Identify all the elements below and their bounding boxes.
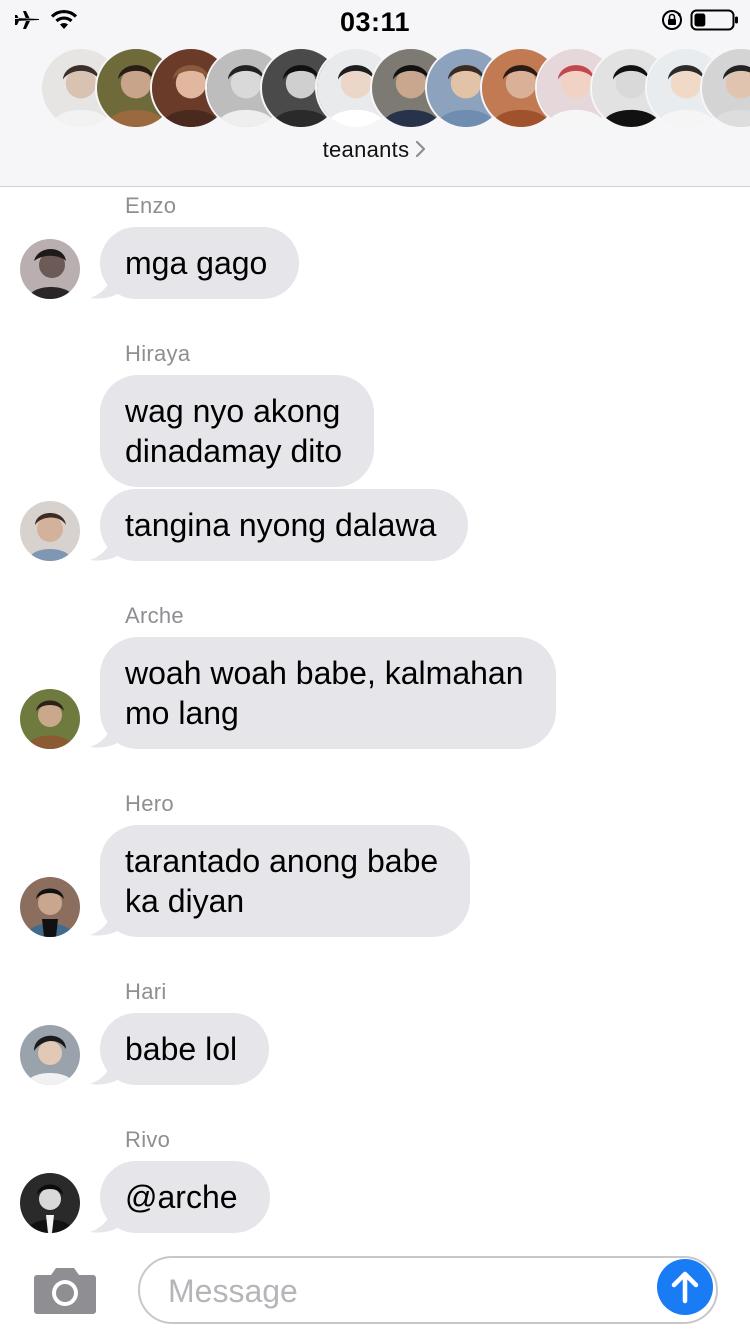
sender-name: Hiraya: [125, 341, 191, 366]
message-text: babe lol: [125, 1031, 238, 1067]
avatar[interactable]: [20, 501, 80, 561]
message-text: mo lang: [125, 695, 239, 731]
message-text: ka diyan: [125, 883, 245, 919]
message-bubble[interactable]: tangina nyong dalawa: [100, 489, 469, 561]
battery-icon: [690, 9, 738, 31]
sender-name: Rivo: [125, 1127, 171, 1152]
avatar[interactable]: [20, 1025, 80, 1085]
message-bubble[interactable]: wag nyo akong dinadamay dito: [100, 375, 375, 487]
message-text: @arche: [125, 1179, 238, 1215]
avatar[interactable]: [20, 239, 80, 299]
sender-name: Hero: [125, 791, 174, 816]
message-text: dinadamay dito: [125, 433, 343, 469]
avatar[interactable]: [20, 877, 80, 937]
message-input[interactable]: Message: [138, 1256, 718, 1324]
avatar[interactable]: [20, 1173, 80, 1233]
conversation-header: 03:11 teanants: [0, 0, 750, 187]
message-bubble[interactable]: @arche: [100, 1161, 270, 1233]
sender-name: Hari: [125, 979, 167, 1004]
status-time: 03:11: [339, 7, 411, 37]
camera-icon[interactable]: [33, 1265, 97, 1315]
rotation-lock-icon: [662, 10, 682, 30]
status-bar: 03:11: [0, 0, 750, 40]
message-text: woah woah babe, kalmahan: [125, 655, 524, 691]
message-bubble[interactable]: babe lol: [100, 1013, 270, 1085]
compose-bar: Message: [0, 1245, 750, 1334]
sender-name: Enzo: [125, 193, 177, 218]
group-avatar-strip[interactable]: [40, 47, 750, 129]
message-text: mga gago: [125, 245, 268, 281]
arrow-up-icon: [671, 1271, 699, 1304]
message-text: tangina nyong dalawa: [125, 507, 437, 543]
message-bubble[interactable]: tarantado anong babe ka diyan: [100, 825, 471, 937]
avatar[interactable]: [20, 689, 80, 749]
message-text: wag nyo akong: [125, 393, 341, 429]
chevron-right-icon: [416, 140, 426, 158]
sender-name: Arche: [125, 603, 184, 628]
group-name-row[interactable]: teanants: [0, 137, 750, 163]
group-name[interactable]: teanants: [323, 137, 410, 162]
send-button[interactable]: [657, 1259, 713, 1315]
message-bubble[interactable]: mga gago: [100, 227, 300, 299]
message-text: tarantado anong babe: [125, 843, 439, 879]
message-bubble[interactable]: woah woah babe, kalmahan mo lang: [100, 637, 556, 749]
message-placeholder: Message: [168, 1273, 298, 1309]
